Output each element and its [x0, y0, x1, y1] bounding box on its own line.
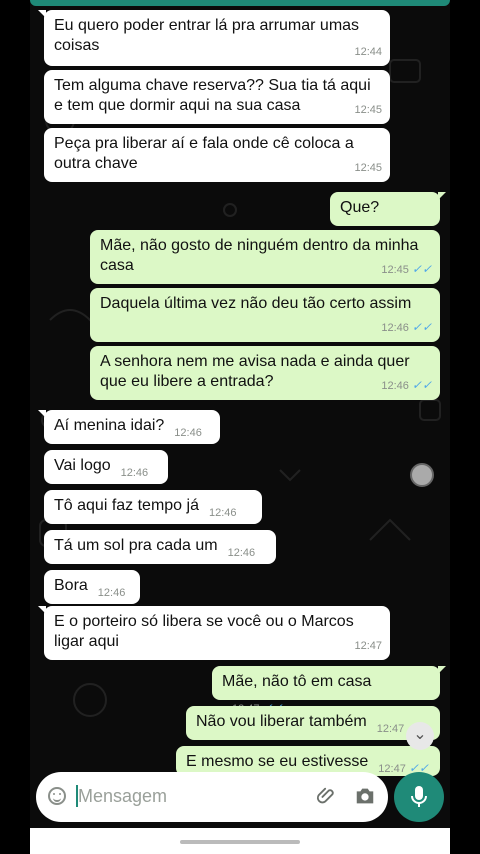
message-timestamp: 12:46 [209, 503, 237, 523]
message-text: Que? [340, 199, 380, 216]
incoming-message-bubble[interactable]: Aí menina idai? 12:46 [38, 410, 220, 444]
timestamp-text: 12:47 [378, 763, 406, 775]
message-text: E mesmo se eu estivesse [186, 753, 369, 770]
message-timestamp: 12:44 [354, 42, 382, 62]
message-text: Vai logo [54, 457, 111, 474]
message-timestamp: 12:47 [354, 636, 382, 656]
message-timestamp: 12:46 ✓✓ [381, 375, 432, 396]
message-text: Não vou liberar também [196, 713, 367, 730]
incoming-message-bubble[interactable]: Tá um sol pra cada um 12:46 [44, 530, 276, 564]
message-text: E o porteiro só libera se você ou o Marc… [54, 613, 354, 650]
camera-icon[interactable] [354, 785, 376, 807]
paperclip-icon[interactable] [316, 785, 338, 807]
timestamp-text: 12:47 [376, 723, 405, 735]
incoming-message-bubble[interactable]: Tem alguma chave reserva?? Sua tia tá aq… [44, 70, 390, 124]
scroll-down-button[interactable]: ⌄ [406, 722, 434, 750]
message-text: Tá um sol pra cada um [54, 537, 218, 554]
chat-screen: Eu quero poder entrar lá pra arrumar uma… [30, 0, 450, 854]
message-timestamp: 12:46 [98, 583, 126, 603]
outgoing-message-bubble[interactable]: Não vou liberar também12:47✓✓ [186, 706, 440, 740]
message-composer[interactable]: Mensagem [36, 772, 388, 822]
microphone-icon [411, 786, 427, 807]
incoming-message-bubble[interactable]: Tô aqui faz tempo já 12:46 [44, 490, 262, 524]
device-frame: Eu quero poder entrar lá pra arrumar uma… [0, 0, 480, 854]
double-check-icon: ✓✓ [411, 320, 432, 334]
incoming-message-bubble[interactable]: Eu quero poder entrar lá pra arrumar uma… [38, 10, 390, 66]
floating-dot [410, 463, 434, 487]
timestamp-text: 12:47 [354, 640, 382, 652]
app-header-edge [30, 0, 450, 6]
timestamp-text: 12:46 [174, 427, 202, 439]
message-timestamp: 12:45 [354, 158, 382, 178]
outgoing-message-bubble[interactable]: A senhora nem me avisa nada e ainda quer… [90, 346, 440, 400]
message-text: Tô aqui faz tempo já [54, 497, 199, 514]
timestamp-text: 12:46 [208, 507, 237, 519]
double-check-icon: ✓✓ [411, 378, 432, 392]
home-indicator[interactable] [180, 840, 300, 844]
message-timestamp: 12:45 [354, 100, 382, 120]
system-nav-bar [30, 828, 450, 854]
message-timestamp: 12:46 [121, 463, 149, 483]
message-text: Aí menina idai? [54, 417, 165, 434]
timestamp-text: 12:45 [381, 264, 409, 276]
timestamp-text: 12:46 [97, 587, 126, 599]
message-text: Tem alguma chave reserva?? Sua tia tá aq… [54, 77, 371, 114]
outgoing-message-bubble[interactable]: Que?12:45✓✓ [330, 192, 446, 241]
timestamp-text: 12:46 [227, 547, 256, 559]
message-text: Mãe, não tô em casa [222, 673, 372, 690]
message-text: Daquela última vez não deu tão certo ass… [100, 295, 412, 312]
timestamp-text: 12:46 [381, 322, 409, 334]
outgoing-message-bubble[interactable]: Mãe, não tô em casa12:47✓✓ [212, 666, 446, 715]
timestamp-text: 12:46 [120, 467, 149, 479]
timestamp-text: 12:45 [354, 104, 382, 116]
outgoing-message-bubble[interactable]: Mãe, não gosto de ninguém dentro da minh… [90, 230, 440, 284]
message-timestamp: 12:46 [174, 423, 202, 443]
message-timestamp: 12:46 ✓✓ [381, 317, 432, 338]
message-text: Bora [54, 577, 88, 594]
double-check-icon: ✓✓ [411, 262, 432, 276]
message-timestamp: 12:46 [228, 543, 256, 563]
timestamp-text: 12:46 [381, 380, 409, 392]
emoji-icon[interactable] [48, 787, 66, 805]
message-text: Eu quero poder entrar lá pra arrumar uma… [54, 17, 360, 54]
incoming-message-bubble[interactable]: Vai logo 12:46 [44, 450, 168, 484]
timestamp-text: 12:45 [354, 162, 382, 174]
incoming-message-bubble[interactable]: Bora 12:46 [44, 570, 140, 604]
outgoing-message-bubble[interactable]: Daquela última vez não deu tão certo ass… [90, 288, 440, 342]
incoming-message-bubble[interactable]: Peça pra liberar aí e fala onde cê coloc… [44, 128, 390, 182]
message-timestamp: 12:45✓✓ [381, 259, 432, 280]
message-text: Peça pra liberar aí e fala onde cê coloc… [54, 135, 354, 172]
incoming-message-bubble[interactable]: E o porteiro só libera se você ou o Marc… [38, 606, 390, 660]
message-input[interactable]: Mensagem [78, 786, 167, 807]
microphone-button[interactable] [394, 772, 444, 822]
timestamp-text: 12:44 [354, 46, 382, 58]
